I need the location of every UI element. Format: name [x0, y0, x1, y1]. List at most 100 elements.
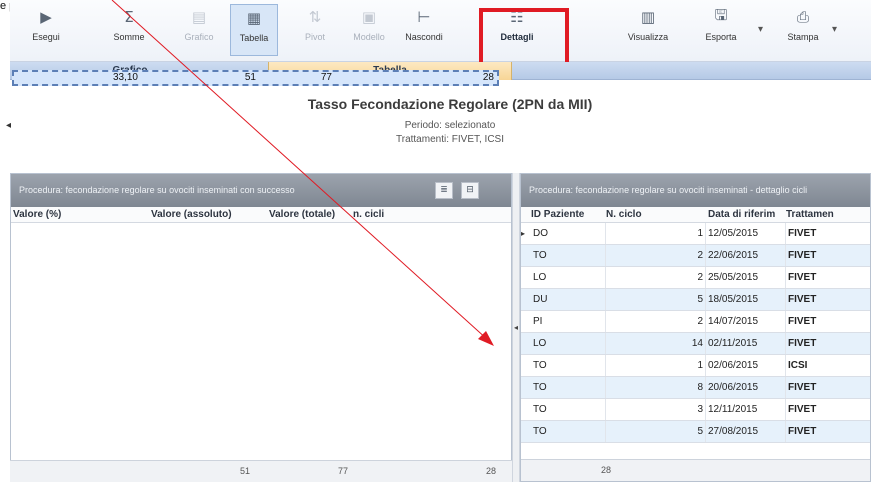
cell-id-paziente: PI — [531, 311, 606, 332]
cell-data-riferimento: 12/11/2015 — [706, 399, 786, 420]
chart-button[interactable]: ▤ Grafico — [174, 4, 224, 56]
cell-trattamento: ICSI — [788, 360, 808, 371]
cell-trattamento: FIVET — [788, 382, 817, 393]
report-title: Tasso Fecondazione Regolare (2PN da MII) — [307, 96, 593, 112]
table-row[interactable]: TO 5 27/08/2015 FIVET — [521, 421, 870, 443]
cell-id-paziente: TO — [531, 399, 606, 420]
col-data-riferimento[interactable]: Data di riferim — [706, 207, 786, 222]
run-button[interactable]: ▶ Esegui — [26, 4, 66, 56]
col-n-ciclo[interactable]: N. ciclo — [606, 207, 706, 222]
table-row[interactable]: LO 14 02/11/2015 FIVET — [521, 333, 870, 355]
collapse-panel-button[interactable]: ⊟ — [461, 182, 479, 199]
col-n-cicli[interactable]: n. cicli — [353, 207, 433, 222]
cell-id-paziente: TO — [531, 355, 606, 376]
cell-id-paziente: TO — [531, 421, 606, 442]
detail-panel: Procedura: fecondazione regolare su ovoc… — [520, 173, 871, 482]
pivot-button[interactable]: ⇅ Pivot — [290, 4, 340, 56]
col-valore-totale[interactable]: Valore (totale) — [269, 207, 353, 222]
row-indicator-icon — [521, 421, 531, 442]
cell-n-ciclo: 5 — [606, 421, 706, 442]
export-button[interactable]: 🖫 Esporta — [696, 4, 746, 56]
cell-data-riferimento: 14/07/2015 — [706, 311, 786, 332]
model-icon: ▣ — [361, 8, 377, 26]
table-icon: ▦ — [246, 9, 262, 27]
hide-icon: ⊢ — [417, 8, 431, 26]
cell-trattamento: FIVET — [788, 228, 817, 239]
view-icon: ▥ — [640, 8, 656, 26]
detail-panel-title: Procedura: fecondazione regolare su ovoc… — [529, 185, 808, 195]
cell-trattamento: FIVET — [788, 250, 817, 261]
cell-id-paziente: DU — [531, 289, 606, 310]
panel-splitter[interactable]: ◂ — [512, 173, 520, 482]
cell-id-paziente: LO — [531, 267, 606, 288]
row-indicator-icon: ▸ — [521, 229, 526, 238]
cell-n-ciclo: 5 — [606, 289, 706, 310]
summary-panel-title: Procedura: fecondazione regolare su ovoc… — [19, 185, 295, 195]
row-indicator-icon — [521, 245, 531, 266]
pivot-icon: ⇅ — [308, 8, 322, 26]
collapse-arrow-icon[interactable]: ◂ — [6, 120, 12, 134]
cell-n-ciclo: 14 — [606, 333, 706, 354]
row-indicator-icon — [521, 355, 531, 376]
selected-summary-row[interactable]: 33,10 51 77 28 — [12, 70, 499, 86]
row-indicator-icon — [521, 399, 531, 420]
cell-data-riferimento: 02/06/2015 — [706, 355, 786, 376]
cell-data-riferimento: 02/11/2015 — [706, 333, 786, 354]
annotation-highlight-box — [479, 8, 569, 68]
report-treatments: Trattamenti: FIVET, ICSI — [396, 134, 504, 145]
model-button[interactable]: ▣ Modello — [344, 4, 394, 56]
print-dropdown-chevron-icon[interactable]: ▾ — [832, 24, 837, 35]
table-row[interactable]: TO 1 02/06/2015 ICSI — [521, 355, 870, 377]
cell-n-ciclo: 8 — [606, 377, 706, 398]
model-label: Modello — [353, 32, 385, 42]
table-row[interactable]: LO 2 25/05/2015 FIVET — [521, 267, 870, 289]
cell-data-riferimento: 18/05/2015 — [706, 289, 786, 310]
pivot-label: Pivot — [304, 32, 325, 42]
detail-footer: 28 — [521, 459, 870, 481]
hide-button[interactable]: ⊢ Nascondi — [396, 4, 452, 56]
cell-data-riferimento: 22/06/2015 — [706, 245, 786, 266]
cell-trattamento: FIVET — [788, 272, 817, 283]
view-label: Visualizza — [627, 32, 669, 42]
run-label: Esegui — [32, 32, 60, 42]
col-valore-pct[interactable]: Valore (%) — [11, 207, 151, 222]
cell-id-paziente: LO — [531, 333, 606, 354]
table-row[interactable]: ▸ DO 1 12/05/2015 FIVET — [521, 223, 870, 245]
report-period: Periodo: selezionato — [404, 120, 496, 131]
row-indicator-header — [521, 207, 531, 222]
table-row[interactable]: TO 2 22/06/2015 FIVET — [521, 245, 870, 267]
cell-trattamento: FIVET — [788, 338, 817, 349]
cell-trattamento: FIVET — [788, 294, 817, 305]
table-row[interactable]: TO 3 12/11/2015 FIVET — [521, 399, 870, 421]
view-button[interactable]: ▥ Visualizza — [616, 4, 680, 56]
layout-toggle-button[interactable]: ≣ — [435, 182, 453, 199]
cell-n-cicli: 28 — [482, 72, 494, 83]
cell-trattamento: FIVET — [788, 404, 817, 415]
sum-button[interactable]: Σ Somme — [106, 4, 152, 56]
export-dropdown-chevron-icon[interactable]: ▾ — [758, 24, 763, 35]
col-valore-assoluto[interactable]: Valore (assoluto) — [151, 207, 269, 222]
detail-grid-header: ID Paziente N. ciclo Data di riferim Tra… — [521, 207, 870, 223]
cell-data-riferimento: 20/06/2015 — [706, 377, 786, 398]
col-trattamento[interactable]: Trattamen — [786, 207, 846, 222]
table-row[interactable]: DU 5 18/05/2015 FIVET — [521, 289, 870, 311]
ribbon-toolbar: ▶ Esegui Σ Somme ▤ Grafico ▦ Tabella ⇅ P… — [10, 0, 871, 62]
cell-id-paziente: TO — [531, 377, 606, 398]
print-button[interactable]: ⎙ Stampa — [780, 4, 826, 56]
print-icon: ⎙ — [796, 8, 809, 26]
table-row[interactable]: PI 2 14/07/2015 FIVET — [521, 311, 870, 333]
cell-valore-totale: 77 — [320, 72, 332, 83]
col-id-paziente[interactable]: ID Paziente — [531, 207, 606, 222]
row-indicator-icon — [521, 311, 531, 332]
cell-n-ciclo: 2 — [606, 311, 706, 332]
detail-footer-count: 28 — [601, 465, 612, 475]
cell-valore-assoluto: 51 — [244, 72, 256, 83]
table-button[interactable]: ▦ Tabella — [230, 4, 278, 56]
play-icon: ▶ — [40, 8, 52, 26]
sum-label: Somme — [113, 32, 145, 42]
summary-grid-header: Valore (%) Valore (assoluto) Valore (tot… — [11, 207, 511, 223]
chart-label: Grafico — [184, 32, 214, 42]
table-row[interactable]: TO 8 20/06/2015 FIVET — [521, 377, 870, 399]
cell-trattamento: FIVET — [788, 426, 817, 437]
table-label: Tabella — [239, 33, 269, 43]
